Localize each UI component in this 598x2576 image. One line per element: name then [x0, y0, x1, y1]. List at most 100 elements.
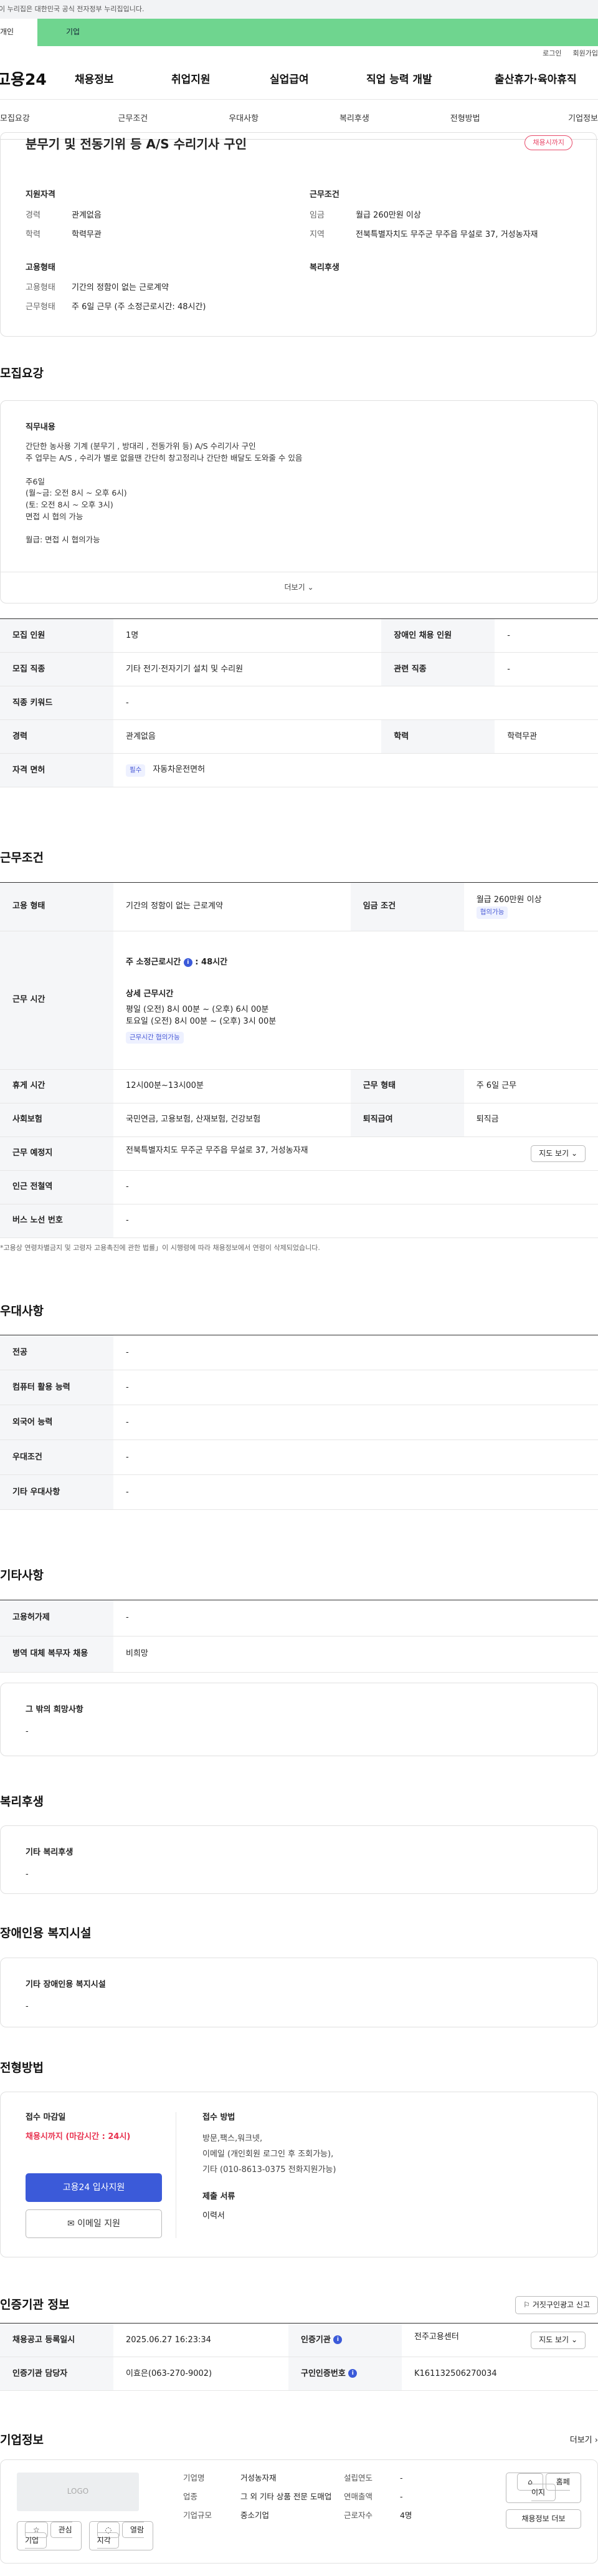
row-label: 근무 형태 [350, 1069, 464, 1103]
row-value: - [113, 1474, 598, 1511]
gnb-item-unemployment[interactable]: 실업급여 [270, 72, 366, 88]
recruit-section: 모집요강 직무내용 간단한 농사용 기계 (분무기 , 방대리 , 전동가위 등… [0, 365, 598, 788]
pref-heading: 우대사항 [0, 1304, 44, 1318]
info-icon[interactable]: i [333, 2335, 343, 2345]
signup-link[interactable]: 회원가입 [573, 49, 598, 59]
row-value: - [495, 652, 598, 687]
benefit-value: - [26, 1870, 29, 1880]
row-label: 장애인 채용 인원 [381, 618, 495, 653]
row-value: 국민연금, 고용보험, 산재보험, 건강보험 [113, 1103, 351, 1137]
chevron-right-icon: › [594, 2435, 598, 2445]
gnb-item-training[interactable]: 직업 능력 개발 [366, 72, 495, 88]
table-row: 모집 직종 기타 전기·전자기기 설치 및 수리원 관련 직종 - [0, 652, 598, 687]
row-label: 관련 직종 [381, 652, 495, 687]
tab-personal[interactable]: 개인 [0, 19, 37, 46]
company-jobs-button[interactable]: 채용정보 더보 [505, 2509, 581, 2529]
hours-negotiable-tag: 근무시간 협의가능 [126, 1031, 184, 1044]
email-apply-label: 이메일 지원 [77, 2218, 121, 2229]
cert-table: 채용공고 등록일시 2025.06.27 16:23:34 인증기관 i 전주고용센터… [0, 2323, 598, 2391]
status-badge: 채용시까지 [524, 135, 572, 150]
qual-value: 관계없음 [72, 210, 102, 220]
emp-heading: 고용형태 [26, 262, 55, 272]
table-row: 근무 시간 주 소정근로시간 i : 48시간 상세 근무시간 평일 (오전) … [0, 931, 598, 1070]
chevron-down-icon: ⌄ [571, 1148, 577, 1158]
row-value: - [495, 618, 598, 653]
disab-box-heading: 기타 장애인용 복지시설 [26, 1979, 106, 1989]
welfare-heading: 복리후생 [310, 262, 339, 272]
subnav-recruit[interactable]: 모집요강 [0, 113, 77, 125]
row-label: 자격 면허 [0, 753, 113, 788]
cond-value: 전북특별자치도 무주군 무주읍 무설로 37, 거성농자재 [356, 229, 538, 239]
row-value: - [113, 1600, 598, 1637]
emp-value: 주 6일 근무 (주 소정근로시간: 48시간) [72, 302, 206, 312]
map-label: 지도 보기 [539, 2335, 569, 2345]
cond-label: 임금 [310, 210, 325, 220]
info-icon[interactable]: i [183, 958, 192, 967]
disab-value: - [26, 2001, 29, 2011]
row-value: 퇴직금 [463, 1103, 598, 1137]
subnav-preferences[interactable]: 우대사항 [188, 113, 299, 125]
table-row: 모집 인원 1명 장애인 채용 인원 - [0, 618, 598, 653]
row-label: 모집 인원 [0, 618, 113, 653]
subnav-welfare[interactable]: 복리후생 [299, 113, 410, 125]
deadline-value: 채용시까지 (마감시간 : 24시) [26, 2132, 131, 2142]
row-label: 근무 시간 [0, 931, 113, 1070]
company-details: 기업명 거성농자재 설립연도 - 업종 그 외 기타 상품 전문 도매업 연매출액 - 기업… [183, 2473, 506, 2521]
cert-heading: 인증기관 정보 [0, 2297, 70, 2312]
subnav-conditions[interactable]: 근무조건 [77, 113, 188, 125]
row-value: 전주고용센터 [414, 2332, 459, 2342]
detail-hours-heading: 상세 근무시간 [126, 989, 174, 999]
tab-company[interactable]: 기업 [37, 19, 598, 46]
gnb-item-jobs[interactable]: 채용정보 [75, 72, 171, 88]
row-label: 구인인증번호 [301, 2368, 346, 2378]
subnav-company[interactable]: 기업정보 [521, 113, 598, 125]
emp-value: 기간의 정함이 없는 근로계약 [72, 283, 169, 293]
apply-button[interactable]: 고용24 입사지원 [26, 2173, 162, 2203]
cond-label: 지역 [310, 229, 325, 239]
company-heading: 기업정보 [0, 2433, 44, 2448]
recruit-heading: 모집요강 [0, 367, 44, 381]
map-button[interactable]: 지도 보기 ⌄ [531, 1145, 586, 1163]
detail-label: 기업규모 [183, 2511, 212, 2521]
homepage-button[interactable]: ⌂ 홈페이지 [505, 2472, 581, 2503]
cond-value: 월급 260만원 이상 [356, 210, 421, 220]
saturday-hours: 토요일 (오전) 8시 00분 ~ (오후) 3시 00분 [126, 1016, 277, 1026]
global-nav: 고용24 채용정보 취업지원 실업급여 직업 능력 개발 출산휴가·육아휴직 [0, 61, 598, 100]
row-value: 2025.06.27 16:23:34 [113, 2323, 289, 2358]
more-button[interactable]: 더보기 ⌄ [1, 572, 597, 603]
report-button[interactable]: ⚐ 거짓구인광고 신고 [515, 2296, 598, 2315]
site-logo[interactable]: 고용24 [0, 69, 65, 91]
row-label: 병역 대체 복무자 채용 [0, 1636, 113, 1673]
etc-table: 고용허가제 - 병역 대체 복무자 채용 비희망 [0, 1600, 598, 1673]
license-value: 자동차운전면허 [153, 765, 206, 775]
disab-box: 기타 장애인용 복지시설 - [0, 1957, 598, 2027]
qual-label: 학력 [26, 229, 40, 239]
negotiable-tag: 협의가능 [476, 906, 508, 919]
row-value: 비희망 [113, 1636, 598, 1673]
company-logo: LOGO [17, 2472, 139, 2511]
table-row: 기타 우대사항 - [0, 1474, 598, 1511]
gnb-item-leave[interactable]: 출산휴가·육아휴직 [495, 72, 577, 88]
benefit-box: 기타 복리후생 - [0, 1825, 598, 1895]
report-label: 거짓구인광고 신고 [532, 2300, 590, 2310]
company-more-link[interactable]: 더보기 › [570, 2435, 598, 2447]
detail-value: 4명 [399, 2511, 412, 2521]
row-label: 사회보험 [0, 1103, 113, 1137]
favorite-company-button[interactable]: ☆ 관심기업 [17, 2521, 82, 2550]
hope-value: - [26, 1726, 29, 1736]
row-label: 휴게 시간 [0, 1069, 113, 1103]
more-label: 더보기 [284, 583, 305, 592]
login-link[interactable]: 로그인 [543, 49, 561, 59]
benefit-heading: 복리후생 [0, 1794, 44, 1809]
etc-heading: 기타사항 [0, 1569, 44, 1583]
chevron-down-icon: ⌄ [571, 2335, 577, 2345]
info-icon[interactable]: i [348, 2369, 358, 2378]
email-apply-button[interactable]: ✉ 이메일 지원 [26, 2209, 162, 2239]
cond-heading: 근무조건 [310, 190, 339, 199]
company-section: 기업정보 더보기 › LOGO ☆ 관심기업 ◌ 열람지각 기업명 거성농자재 설립… [0, 2432, 598, 2564]
follow-button[interactable]: ◌ 열람지각 [88, 2521, 153, 2550]
subnav-selection[interactable]: 전형방법 [410, 113, 521, 125]
job-title: 분무기 및 전동기위 등 A/S 수리기사 구인 [26, 137, 247, 151]
gnb-item-employment-support[interactable]: 취업지원 [171, 72, 270, 88]
map-button[interactable]: 지도 보기 ⌄ [531, 2332, 586, 2349]
